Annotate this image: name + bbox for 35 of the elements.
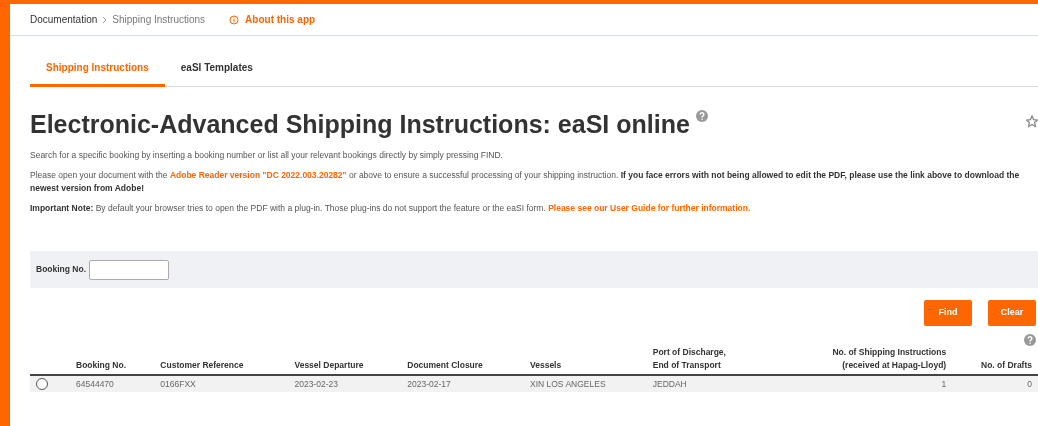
breadcrumb-link[interactable]: Documentation	[30, 12, 98, 27]
tab[interactable]: eaSI Templates	[164, 60, 269, 87]
booking-number-field[interactable]	[89, 259, 170, 280]
column-header: No. of Shipping Instructions (received at Hapag-Lloyd)	[771, 346, 953, 375]
info-paragraph: Important Note: By default your browser tries to open the PDF with a plug-in. Those plug-ins do not support the feature or the eaSI form. Please see our User Guide for further information.	[30, 202, 752, 215]
chevron-icon	[102, 15, 108, 24]
action-button[interactable]: Clear	[988, 300, 1036, 326]
table-cell: 64544470	[76, 375, 161, 392]
about-link[interactable]: About this app	[245, 12, 316, 27]
field-label: Booking No.	[36, 263, 87, 276]
table-cell: 1	[771, 375, 953, 392]
tab[interactable]: Shipping Instructions	[30, 60, 165, 87]
table-cell: 2023-02-17	[407, 375, 530, 392]
page-title: Electronic-Advanced Shipping Instructions: eaSI online	[30, 109, 690, 139]
help-icon[interactable]	[1024, 334, 1036, 346]
info-paragraph: Search for a specific booking by inserting a booking number or list all your relevant bookings directly by simply pressing FIND.	[30, 149, 504, 162]
table-cell: 0166FXX	[160, 375, 295, 392]
action-button[interactable]: Find	[924, 300, 972, 326]
column-header: Document Closure	[407, 346, 530, 375]
column-header: Booking No.	[76, 346, 161, 375]
breadcrumb-current: Shipping Instructions	[112, 13, 206, 27]
table-cell: JEDDAH	[652, 375, 772, 392]
star-icon[interactable]	[1026, 115, 1038, 129]
column-header: Vessels	[530, 346, 653, 375]
column-header: No. of Drafts	[952, 346, 1038, 375]
column-header: Vessel Departure	[294, 346, 408, 375]
table-cell: 2023-02-23	[294, 375, 408, 392]
info-paragraph: Please open your document with the Adobe Reader version "DC 2022.003.20282" or above to ensure a successful processing of your shipping instruction. If you face errors with not being allowed to edit the PDF, please use the link above to download the newest version from Adobe!	[30, 169, 1021, 195]
column-header: Port of Discharge, End of Transport	[652, 346, 772, 375]
table-cell: XIN LOS ANGELES	[530, 375, 653, 392]
table-cell: 0	[952, 375, 1038, 392]
help-icon[interactable]	[695, 110, 708, 122]
info-icon	[229, 14, 240, 25]
column-header: Customer Reference	[160, 346, 295, 375]
radio-button[interactable]	[36, 378, 48, 390]
